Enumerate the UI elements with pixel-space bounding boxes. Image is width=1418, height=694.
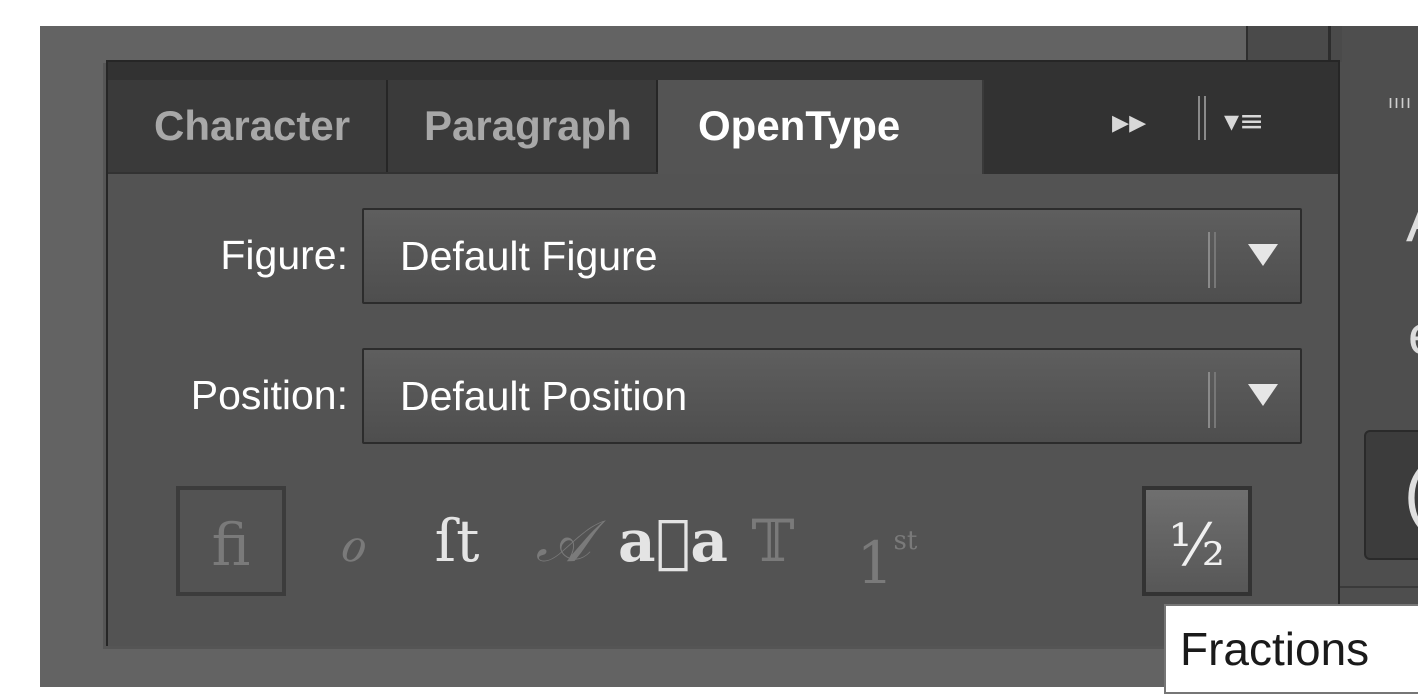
panel-divider bbox=[1340, 586, 1418, 588]
ordinal-base: 1 bbox=[856, 529, 894, 597]
chevron-down-icon bbox=[1248, 244, 1278, 266]
stylistic-alternates-button[interactable]: 𝕋 bbox=[718, 486, 828, 596]
ordinals-button[interactable]: 1st bbox=[822, 486, 952, 597]
tab-character[interactable]: Character bbox=[108, 80, 388, 172]
titling-alternates-button[interactable]: 𝒜 bbox=[508, 486, 618, 596]
discretionary-ligatures-button[interactable]: ſt bbox=[402, 486, 512, 596]
opentype-panel: Character Paragraph OpenType ▸▸ ▾≡ Figur… bbox=[106, 60, 1340, 646]
position-label: Position: bbox=[190, 372, 348, 418]
panel-menu-icon[interactable]: ▾≡ bbox=[1224, 102, 1264, 142]
tab-paragraph[interactable]: Paragraph bbox=[388, 80, 658, 172]
figure-value: Default Figure bbox=[400, 233, 658, 279]
tab-bar: Character Paragraph OpenType ▸▸ ▾≡ bbox=[108, 62, 1338, 176]
panel-dock-strip bbox=[1246, 26, 1342, 62]
double-chevron-right-icon[interactable]: ▸▸ bbox=[1112, 102, 1146, 142]
partial-glyph-icon: ( bbox=[1404, 452, 1418, 532]
fractions-button[interactable]: ½ bbox=[1142, 486, 1252, 596]
swash-button[interactable]: ℴ bbox=[296, 486, 406, 596]
contextual-alternates-button[interactable]: a⃗a bbox=[618, 486, 728, 596]
dropdown-divider bbox=[1208, 372, 1210, 428]
chevron-down-icon bbox=[1248, 384, 1278, 406]
figure-label: Figure: bbox=[220, 232, 348, 278]
figure-dropdown[interactable]: Default Figure bbox=[362, 208, 1302, 304]
gripper-icon[interactable]: ıııı bbox=[1388, 92, 1412, 113]
tab-opentype[interactable]: OpenType bbox=[658, 80, 984, 176]
tab-divider bbox=[1198, 96, 1200, 140]
partial-tool-button[interactable]: ( bbox=[1364, 430, 1418, 560]
position-value: Default Position bbox=[400, 373, 688, 419]
partial-glyph-icon: A bbox=[1406, 186, 1418, 255]
ordinal-suffix: st bbox=[893, 526, 918, 556]
tab-bar-empty bbox=[984, 80, 1220, 172]
standard-ligatures-button[interactable]: fi bbox=[176, 486, 286, 596]
dock-separator bbox=[1328, 26, 1331, 62]
dropdown-divider bbox=[1208, 232, 1210, 288]
partial-glyph-icon: e bbox=[1408, 302, 1418, 367]
panel-body: Figure: Default Figure Position: Default… bbox=[108, 174, 1338, 646]
position-dropdown[interactable]: Default Position bbox=[362, 348, 1302, 444]
tooltip: Fractions bbox=[1164, 604, 1418, 694]
